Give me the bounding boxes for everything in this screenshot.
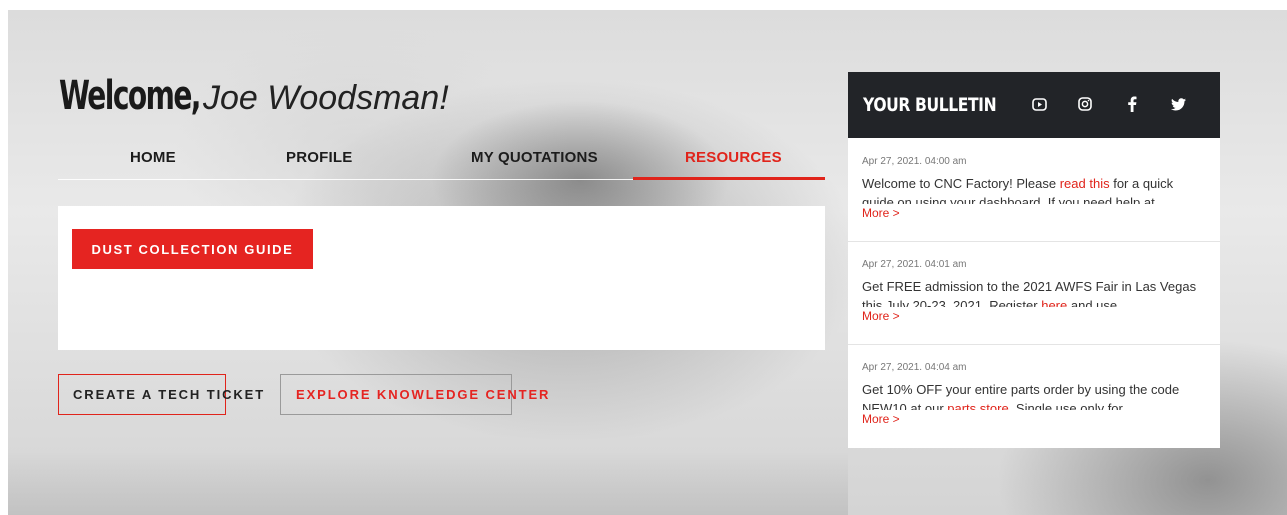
bulletin-panel: YOUR BULLETIN Apr 27, 2021. 04:00 am Wel… — [848, 72, 1220, 448]
bulletin-header: YOUR BULLETIN — [848, 72, 1220, 138]
nav-item-home[interactable]: HOME — [130, 149, 176, 166]
bulletin-post: Apr 27, 2021. 04:01 am Get FREE admissio… — [848, 242, 1220, 345]
create-tech-ticket-button[interactable]: CREATE A TECH TICKET — [58, 374, 263, 415]
bulletin-list: Apr 27, 2021. 04:00 am Welcome to CNC Fa… — [848, 138, 1220, 448]
bulletin-post: Apr 27, 2021. 04:04 am Get 10% OFF your … — [848, 345, 1220, 448]
facebook-icon[interactable] — [1122, 94, 1142, 114]
post-link[interactable]: here — [1041, 298, 1067, 307]
post-date: Apr 27, 2021. 04:04 am — [862, 362, 967, 373]
post-date: Apr 27, 2021. 04:01 am — [862, 259, 967, 270]
post-more-link[interactable]: More > — [862, 206, 904, 220]
welcome-user-name: Joe Woodsman! — [203, 79, 449, 117]
resources-panel: DUST COLLECTION GUIDE — [58, 206, 825, 350]
post-link[interactable]: parts store — [947, 401, 1008, 410]
post-date: Apr 27, 2021. 04:00 am — [862, 156, 967, 167]
nav-item-profile[interactable]: PROFILE — [286, 149, 352, 166]
post-more-link[interactable]: More > — [862, 309, 904, 323]
main-nav: HOME PROFILE MY QUOTATIONS RESOURCES — [58, 145, 825, 181]
post-more-link[interactable]: More > — [862, 412, 904, 426]
welcome-greeting: Welcome, — [59, 73, 201, 119]
nav-active-indicator — [633, 177, 825, 180]
bulletin-post: Apr 27, 2021. 04:00 am Welcome to CNC Fa… — [848, 138, 1220, 241]
twitter-icon[interactable] — [1168, 94, 1188, 114]
instagram-icon[interactable] — [1075, 94, 1095, 114]
dust-collection-guide-button[interactable]: DUST COLLECTION GUIDE — [72, 229, 313, 269]
nav-item-resources[interactable]: RESOURCES — [685, 149, 782, 166]
post-text: Get 10% OFF your entire parts order by u… — [862, 380, 1208, 410]
bulletin-title: YOUR BULLETIN — [863, 94, 997, 116]
hero-bottom-fade — [8, 450, 848, 515]
post-link[interactable]: read this — [1060, 176, 1110, 191]
explore-knowledge-center-button[interactable]: EXPLORE KNOWLEDGE CENTER — [280, 374, 548, 415]
welcome-heading: Welcome, Joe Woodsman! — [59, 72, 449, 120]
post-text: Get FREE admission to the 2021 AWFS Fair… — [862, 277, 1208, 307]
nav-item-my-quotations[interactable]: MY QUOTATIONS — [471, 149, 598, 166]
post-text: Welcome to CNC Factory! Please read this… — [862, 176, 1174, 204]
youtube-icon[interactable] — [1029, 94, 1049, 114]
